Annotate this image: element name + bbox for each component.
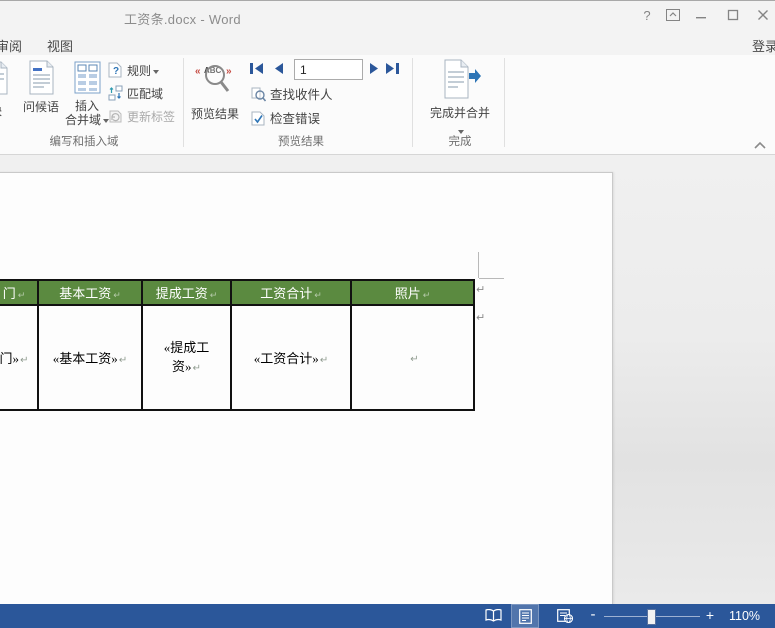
header-cell-salary-total[interactable]: 工资合计 ↵ <box>230 279 352 306</box>
ribbon-display-options-icon <box>666 9 680 21</box>
table-merge-field-row: 门»↵ «基本工资»↵ «提成工资»↵ «工资合计»↵ ↵ <box>0 304 475 411</box>
first-record-icon <box>250 63 263 74</box>
zoom-slider-thumb[interactable] <box>647 609 656 625</box>
find-recipient-button[interactable]: 查找收件人 <box>251 84 333 103</box>
margin-crop-mark <box>478 252 479 278</box>
group-separator <box>183 58 184 147</box>
check-errors-button[interactable]: 检查错误 <box>251 108 320 127</box>
row-end-paragraph-mark-icon: ↵ <box>476 283 486 296</box>
previous-record-button[interactable] <box>272 62 288 76</box>
greeting-line-button[interactable]: 问候语 <box>17 57 65 133</box>
collapse-ribbon-button[interactable] <box>753 137 773 151</box>
maximize-button[interactable] <box>722 7 744 25</box>
finish-merge-icon <box>444 59 481 99</box>
document-page[interactable]: 门 ↵ 基本工资 ↵ 提成工资 ↵ 工资合计 ↵ 照片 ↵ 门»↵ «基本工资»↵ «提成… <box>0 172 613 604</box>
close-icon <box>758 10 768 20</box>
group-separator <box>504 58 505 147</box>
ribbon-display-options-button[interactable] <box>662 7 684 25</box>
group-label-finish: 完成 <box>448 136 472 148</box>
status-bar: - + 110% <box>0 604 775 628</box>
cell-commission-salary-field[interactable]: «提成工资»↵ <box>141 304 232 411</box>
paragraph-mark-icon: ↵ <box>20 355 29 366</box>
update-labels-icon <box>109 110 122 123</box>
paragraph-mark-icon: ↵ <box>314 291 322 301</box>
last-record-icon <box>386 63 399 74</box>
word-window: { "window": { "title": "工资条.docx - Word"… <box>0 0 775 628</box>
check-errors-icon <box>251 111 265 126</box>
cell-salary-total-field[interactable]: «工资合计»↵ <box>230 304 352 411</box>
find-recipient-icon <box>251 87 266 102</box>
svg-text:«: « <box>195 66 201 77</box>
header-cell-department[interactable]: 门 ↵ <box>0 279 39 306</box>
paragraph-mark-icon: ↵ <box>209 291 218 301</box>
address-block-button[interactable]: 块 <box>0 57 18 133</box>
address-block-icon <box>0 61 8 95</box>
paragraph-mark-icon: ↵ <box>192 362 201 374</box>
maximize-icon <box>727 9 739 21</box>
paragraph-mark-icon: ↵ <box>17 291 26 301</box>
window-title: 工资条.docx - Word <box>124 12 241 27</box>
update-labels-button[interactable]: 更新标签 <box>108 108 175 128</box>
tab-review[interactable]: 审阅 <box>0 36 22 55</box>
finish-merge-button[interactable]: 完成并合并 <box>417 57 503 134</box>
group-label-write-insert-fields: 编写和插入域 <box>49 136 119 148</box>
zoom-out-button[interactable]: - <box>586 606 600 623</box>
ribbon-mailings: 块 问候语 插入 合并域 ? <box>0 55 775 155</box>
rules-icon: ? <box>108 62 122 78</box>
document-area: 门 ↵ 基本工资 ↵ 提成工资 ↵ 工资合计 ↵ 照片 ↵ 门»↵ «基本工资»↵ «提成… <box>0 155 775 604</box>
last-record-button[interactable] <box>384 62 400 76</box>
header-cell-base-salary[interactable]: 基本工资 ↵ <box>37 279 143 306</box>
paragraph-mark-icon: ↵ <box>410 353 419 365</box>
cell-photo-empty[interactable]: ↵ <box>350 304 475 411</box>
web-layout-button[interactable] <box>551 604 579 628</box>
web-layout-icon <box>557 609 573 623</box>
match-fields-icon <box>108 85 123 101</box>
insert-merge-field-icon <box>74 61 100 94</box>
sign-in-link[interactable]: 登录 <box>752 36 775 55</box>
greeting-line-icon <box>29 60 53 95</box>
svg-text:?: ? <box>113 66 119 77</box>
title-bar: 工资条.docx - Word ? <box>0 0 775 31</box>
salary-table: 门 ↵ 基本工资 ↵ 提成工资 ↵ 工资合计 ↵ 照片 ↵ 门»↵ «基本工资»↵ «提成… <box>0 279 475 411</box>
header-cell-commission-salary[interactable]: 提成工资 ↵ <box>141 279 232 306</box>
record-number-input[interactable] <box>294 59 363 80</box>
row-end-paragraph-mark-icon: ↵ <box>476 311 486 324</box>
group-label-preview-results: 预览结果 <box>278 136 324 148</box>
dropdown-caret-icon <box>153 69 160 74</box>
close-button[interactable] <box>752 7 774 25</box>
first-record-button[interactable] <box>249 62 265 76</box>
zoom-percent-label[interactable]: 110% <box>729 609 760 623</box>
paragraph-mark-icon: ↵ <box>118 355 128 366</box>
next-record-icon <box>370 63 378 74</box>
cell-base-salary-field[interactable]: «基本工资»↵ <box>37 304 143 411</box>
match-fields-button[interactable]: 匹配域 <box>108 85 163 105</box>
cell-department-field[interactable]: 门»↵ <box>0 304 39 411</box>
read-mode-button[interactable] <box>479 604 507 628</box>
minimize-icon <box>696 17 706 19</box>
table-header-row: 门 ↵ 基本工资 ↵ 提成工资 ↵ 工资合计 ↵ 照片 ↵ <box>0 279 475 306</box>
svg-text:»: » <box>226 66 232 77</box>
chevron-up-icon <box>754 141 766 149</box>
paragraph-mark-icon: ↵ <box>319 355 329 366</box>
insert-merge-field-button[interactable]: 插入 合并域 <box>64 57 110 133</box>
help-button[interactable]: ? <box>636 7 658 25</box>
paragraph-mark-icon: ↵ <box>422 291 431 301</box>
header-cell-photo[interactable]: 照片 ↵ <box>350 279 475 306</box>
minimize-button[interactable] <box>690 7 712 25</box>
next-record-button[interactable] <box>368 62 384 76</box>
ribbon-tab-row: 审阅 视图 登录 <box>0 30 775 55</box>
print-layout-icon <box>518 609 532 624</box>
margin-crop-mark <box>479 278 504 279</box>
print-layout-button[interactable] <box>511 604 539 628</box>
zoom-in-button[interactable]: + <box>703 607 717 623</box>
tab-view[interactable]: 视图 <box>47 36 73 55</box>
group-separator <box>412 58 413 147</box>
paragraph-mark-icon: ↵ <box>113 291 121 301</box>
rules-button[interactable]: ? 规则 <box>108 62 160 82</box>
preview-results-button[interactable]: « » ABC 预览结果 <box>186 57 244 133</box>
preview-results-icon: « » ABC <box>195 65 232 92</box>
previous-record-icon <box>275 63 283 74</box>
read-mode-icon <box>484 609 502 622</box>
